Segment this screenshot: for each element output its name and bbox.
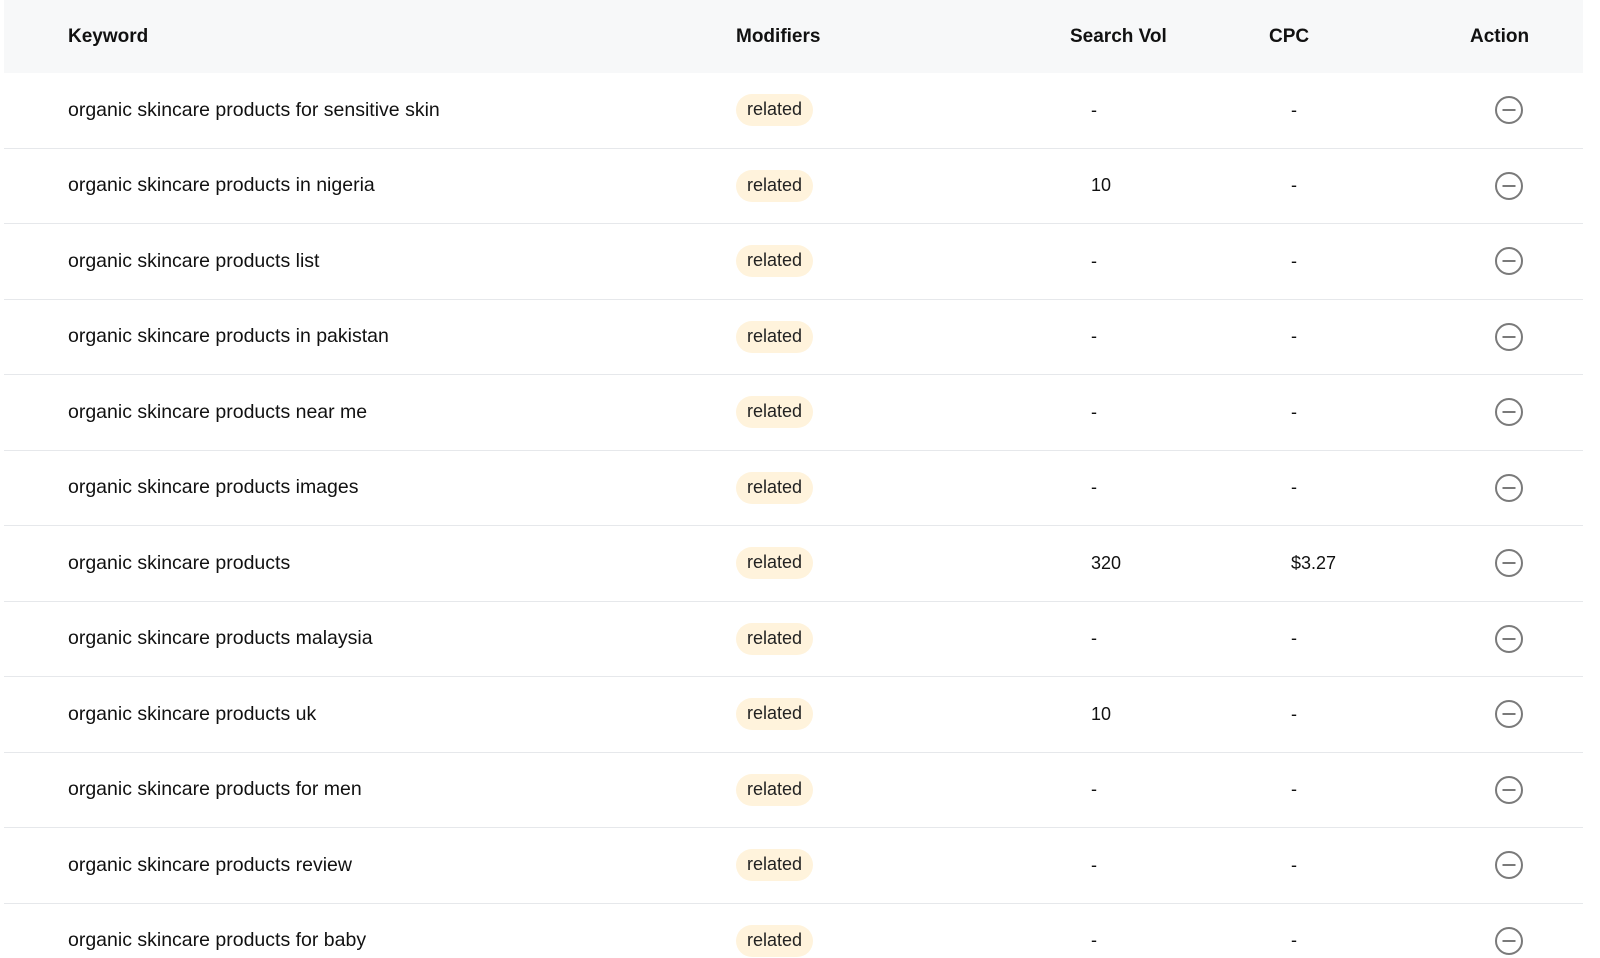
modifier-badge: related (736, 396, 814, 429)
remove-keyword-button[interactable] (1494, 926, 1524, 956)
minus-circle-icon (1495, 322, 1523, 351)
search-vol-cell: - (1091, 930, 1097, 951)
minus-circle-icon (1495, 398, 1523, 427)
table-row: organic skincare products in pakistan re… (4, 299, 1583, 375)
table-row: organic skincare products near me relate… (4, 375, 1583, 451)
minus-circle-icon (1495, 700, 1523, 729)
table-row: organic skincare products uk related 10 … (4, 677, 1583, 753)
remove-keyword-button[interactable] (1494, 624, 1524, 654)
column-header-modifiers[interactable]: Modifiers (736, 0, 820, 73)
minus-circle-icon (1495, 247, 1523, 276)
cpc-cell: - (1291, 854, 1297, 875)
keyword-cell: organic skincare products for baby (68, 929, 367, 952)
table-row: organic skincare products list related -… (4, 224, 1583, 300)
minus-circle-icon (1495, 549, 1523, 578)
table-row: organic skincare products for men relate… (4, 752, 1583, 828)
table-row: organic skincare products in nigeria rel… (4, 148, 1583, 224)
table-row: organic skincare products malaysia relat… (4, 601, 1583, 677)
modifier-badge: related (736, 622, 814, 655)
modifier-badge: related (736, 169, 814, 202)
cpc-cell: - (1291, 703, 1297, 724)
keyword-cell: organic skincare products uk (68, 702, 317, 725)
remove-keyword-button[interactable] (1494, 473, 1524, 503)
keyword-cell: organic skincare products malaysia (68, 627, 373, 650)
modifier-badge: related (736, 320, 814, 353)
modifier-badge: related (736, 547, 814, 580)
cpc-cell: $3.27 (1291, 552, 1337, 573)
search-vol-cell: - (1091, 250, 1097, 271)
search-vol-cell: - (1091, 628, 1097, 649)
search-vol-cell: 320 (1091, 552, 1122, 573)
remove-keyword-button[interactable] (1494, 548, 1524, 578)
search-vol-cell: - (1091, 326, 1097, 347)
keyword-cell: organic skincare products for men (68, 778, 362, 801)
remove-keyword-button[interactable] (1494, 322, 1524, 352)
remove-keyword-button[interactable] (1494, 171, 1524, 201)
keyword-cell: organic skincare products near me (68, 400, 368, 423)
modifier-badge: related (736, 471, 814, 504)
keyword-cell: organic skincare products images (68, 476, 359, 499)
cpc-cell: - (1291, 401, 1297, 422)
cpc-cell: - (1291, 930, 1297, 951)
keyword-cell: organic skincare products in pakistan (68, 325, 389, 348)
table-row: organic skincare products review related… (4, 828, 1583, 904)
minus-circle-icon (1495, 171, 1523, 200)
search-vol-cell: - (1091, 99, 1097, 120)
minus-circle-icon (1495, 926, 1523, 955)
keyword-table: Keyword Modifiers Search Vol CPC Action … (4, 0, 1583, 958)
minus-circle-icon (1495, 624, 1523, 653)
table-row: organic skincare products images related… (4, 450, 1583, 526)
column-header-search-vol[interactable]: Search Vol (1070, 0, 1167, 73)
cpc-cell: - (1291, 779, 1297, 800)
cpc-cell: - (1291, 99, 1297, 120)
remove-keyword-button[interactable] (1494, 775, 1524, 805)
cpc-cell: - (1291, 175, 1297, 196)
search-vol-cell: - (1091, 401, 1097, 422)
modifier-badge: related (736, 698, 814, 731)
table-row: organic skincare products for sensitive … (4, 73, 1583, 149)
search-vol-cell: 10 (1091, 175, 1112, 196)
cpc-cell: - (1291, 477, 1297, 498)
modifier-badge: related (736, 924, 814, 957)
search-vol-cell: - (1091, 854, 1097, 875)
search-vol-cell: - (1091, 477, 1097, 498)
column-header-action: Action (1470, 25, 1530, 47)
cpc-cell: - (1291, 326, 1297, 347)
remove-keyword-button[interactable] (1494, 397, 1524, 427)
minus-circle-icon (1495, 775, 1523, 804)
modifier-badge: related (736, 849, 814, 882)
table-header: Keyword Modifiers Search Vol CPC Action (4, 0, 1583, 73)
remove-keyword-button[interactable] (1494, 246, 1524, 276)
search-vol-cell: - (1091, 779, 1097, 800)
minus-circle-icon (1495, 851, 1523, 880)
cpc-cell: - (1291, 250, 1297, 271)
remove-keyword-button[interactable] (1494, 95, 1524, 125)
keyword-cell: organic skincare products (68, 551, 291, 574)
minus-circle-icon (1495, 473, 1523, 502)
minus-circle-icon (1495, 96, 1523, 125)
keyword-cell: organic skincare products for sensitive … (68, 98, 440, 121)
keyword-cell: organic skincare products in nigeria (68, 174, 375, 197)
remove-keyword-button[interactable] (1494, 850, 1524, 880)
keyword-cell: organic skincare products list (68, 249, 320, 272)
search-vol-cell: 10 (1091, 703, 1112, 724)
column-header-keyword[interactable]: Keyword (68, 0, 148, 73)
table-row: organic skincare products for baby relat… (4, 903, 1583, 958)
cpc-cell: - (1291, 628, 1297, 649)
modifier-badge: related (736, 245, 814, 278)
remove-keyword-button[interactable] (1494, 699, 1524, 729)
column-header-cpc[interactable]: CPC (1269, 0, 1309, 73)
table-row: organic skincare products related 320 $3… (4, 526, 1583, 602)
modifier-badge: related (736, 94, 814, 127)
keyword-table-page: Keyword Modifiers Search Vol CPC Action … (0, 0, 1600, 958)
modifier-badge: related (736, 773, 814, 806)
keyword-cell: organic skincare products review (68, 853, 352, 876)
